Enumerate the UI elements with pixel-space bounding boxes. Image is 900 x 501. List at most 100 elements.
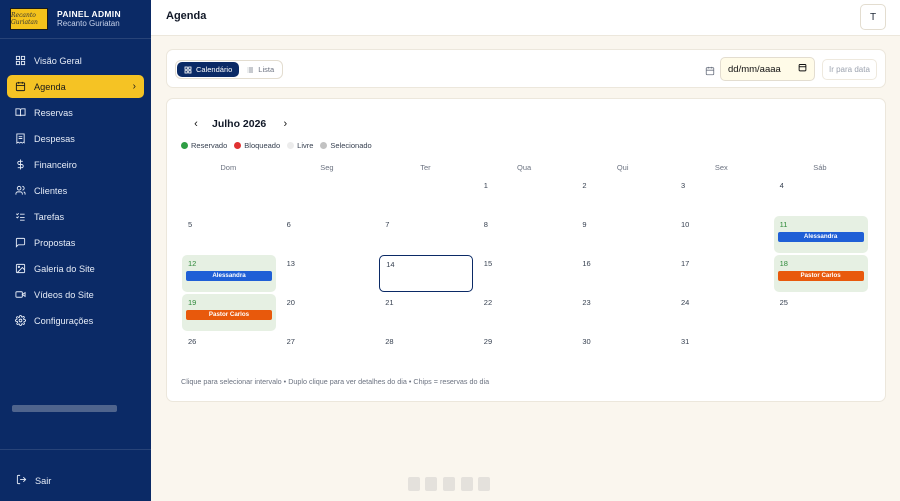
sidebar-item-configuracoes[interactable]: Configurações [7, 309, 144, 332]
sidebar-item-visao-geral[interactable]: Visão Geral [7, 49, 144, 72]
checklist-icon [14, 211, 26, 223]
view-list-button[interactable]: Lista [239, 62, 281, 77]
calendar-clock-icon [705, 63, 715, 81]
calendar-day[interactable]: 21 [379, 294, 473, 331]
calendar-picker-icon[interactable] [798, 63, 807, 75]
day-number: 31 [681, 337, 690, 346]
view-calendar-button[interactable]: Calendário [177, 62, 240, 77]
calendar-day[interactable]: 19 Pastor Carlos [182, 294, 276, 331]
day-number: 18 [779, 259, 788, 268]
chevron-right-icon: › [132, 81, 136, 92]
day-number: 23 [582, 298, 591, 307]
user-email-redacted [12, 405, 117, 412]
sidebar-item-agenda[interactable]: Agenda › [7, 75, 144, 98]
calendar-day[interactable]: 14 [379, 255, 474, 292]
day-number: 10 [681, 220, 690, 229]
calendar-day[interactable]: 6 [281, 216, 375, 253]
sidebar-item-label: Financeiro [34, 159, 77, 170]
brand-title: PAINEL ADMIN [57, 8, 121, 19]
calendar-day[interactable]: 15 [478, 255, 572, 292]
logout-label: Sair [35, 475, 52, 486]
prev-month-icon[interactable]: ‹ [189, 118, 203, 130]
day-number: 16 [582, 259, 591, 268]
weekday-header: Ter [420, 163, 431, 172]
legend-dot [320, 142, 328, 149]
calendar-day[interactable]: 11 Alessandra [773, 216, 868, 253]
sidebar-item-despesas[interactable]: Despesas [7, 127, 144, 150]
calendar-day[interactable]: 13 [281, 255, 375, 292]
legend-dot [287, 142, 295, 149]
list-icon [246, 66, 254, 74]
day-number: 3 [681, 181, 686, 190]
booking-chip[interactable]: Pastor Carlos [186, 310, 272, 320]
sidebar-item-galeria-do-site[interactable]: Galeria do Site [7, 257, 144, 280]
calendar-day[interactable]: 16 [576, 255, 670, 292]
calendar-day[interactable]: 1 [478, 177, 572, 214]
booking-chip[interactable]: Alessandra [186, 271, 272, 281]
day-number: 25 [779, 298, 788, 307]
calendar-day[interactable]: 23 [576, 294, 670, 331]
day-number: 19 [188, 298, 197, 307]
legend-item: Bloqueado [234, 141, 280, 150]
video-icon [14, 289, 26, 301]
day-number: 8 [483, 220, 488, 229]
calendar-day[interactable]: 20 [281, 294, 375, 331]
calendar-day[interactable]: 2 [576, 177, 670, 214]
calendar-day[interactable]: 4 [774, 177, 868, 214]
page-title: Agenda [166, 10, 207, 22]
calendar-day[interactable]: 10 [675, 216, 769, 253]
legend-item: Reservado [181, 141, 227, 150]
sidebar-item-label: Tarefas [34, 211, 65, 222]
weekday-header: Qui [616, 163, 629, 172]
sidebar-item-financeiro[interactable]: Financeiro [7, 153, 144, 176]
sidebar-item-videos-do-site[interactable]: Vídeos do Site [7, 283, 144, 306]
day-number: 2 [582, 181, 587, 190]
calendar-day[interactable]: 31 [675, 333, 769, 370]
sidebar-item-label: Clientes [34, 185, 68, 196]
calendar-day[interactable]: 22 [478, 294, 572, 331]
booking-chip[interactable]: Pastor Carlos [777, 271, 864, 281]
go-to-date-button[interactable]: Ir para data [822, 59, 877, 80]
calendar-day[interactable]: 7 [379, 216, 473, 253]
theme-toggle-button[interactable]: T [860, 4, 886, 30]
view-switch: Calendário Lista [175, 60, 284, 79]
calendar-day[interactable]: 12 Alessandra [182, 255, 276, 292]
calendar-day[interactable]: 18 Pastor Carlos [773, 255, 868, 292]
calendar-day[interactable]: 25 [774, 294, 868, 331]
day-number: 4 [779, 181, 784, 190]
date-input[interactable]: dd/mm/aaaa [720, 57, 815, 81]
calendar-day[interactable]: 26 [182, 333, 276, 370]
calendar-day[interactable]: 28 [379, 333, 473, 370]
day-number: 7 [385, 220, 390, 229]
sidebar-item-propostas[interactable]: Propostas [7, 231, 144, 254]
day-number: 24 [681, 298, 690, 307]
calendar-day[interactable]: 8 [478, 216, 572, 253]
day-number: 22 [483, 298, 493, 307]
day-number: 5 [188, 220, 193, 229]
users-icon [14, 185, 26, 197]
day-number: 9 [582, 220, 587, 229]
calendar-day[interactable]: 27 [281, 333, 375, 370]
calendar-day[interactable]: 3 [675, 177, 769, 214]
calendar-day[interactable]: 30 [576, 333, 670, 370]
calendar-day[interactable]: 29 [478, 333, 572, 370]
day-number: 13 [286, 259, 295, 268]
view-toolbar: Calendário Lista dd/mm/aaaa Ir para data [166, 49, 886, 88]
legend-item: Livre [287, 141, 313, 150]
next-month-icon[interactable]: › [278, 118, 292, 130]
sidebar-item-clientes[interactable]: Clientes [7, 179, 144, 202]
calendar-day[interactable]: 17 [675, 255, 769, 292]
message-icon [14, 237, 26, 249]
brand-logo: Recanto Guriatan [10, 8, 48, 30]
sidebar-item-tarefas[interactable]: Tarefas [7, 205, 144, 228]
calendar-day[interactable]: 9 [576, 216, 670, 253]
sidebar-item-reservas[interactable]: Reservas [7, 101, 144, 124]
logout-button[interactable]: Sair [16, 474, 51, 487]
day-number: 26 [188, 337, 197, 346]
booking-chip[interactable]: Alessandra [777, 232, 864, 242]
calendar-day[interactable]: 5 [182, 216, 276, 253]
day-number: 6 [286, 220, 291, 229]
day-number: 20 [286, 298, 295, 307]
calendar-day[interactable]: 24 [675, 294, 769, 331]
sidebar-item-label: Galeria do Site [34, 263, 95, 274]
